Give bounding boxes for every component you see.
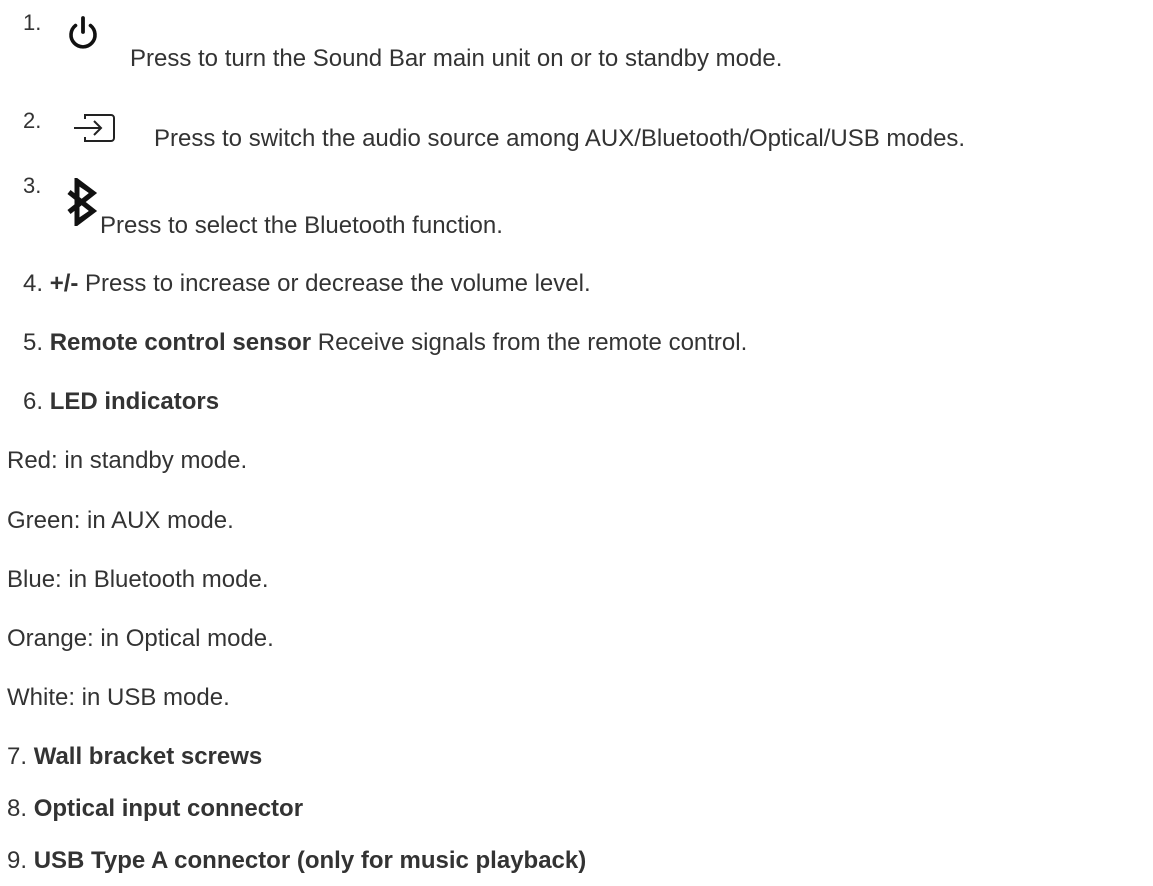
item-label: LED indicators [49,388,220,415]
led-state: Green: in AUX mode. [7,507,234,534]
source-input-icon [74,114,115,142]
list-item: 8. Optical input connector [7,795,303,824]
item-number: 8. [7,795,28,822]
item-label: USB Type A connector (only for music pla… [33,847,587,874]
list-item: 9. USB Type A connector (only for music … [7,847,586,876]
item-label: Remote control sensor [49,329,312,356]
item-number: 6. [23,388,44,415]
item-description: Press to switch the audio source among A… [154,125,966,152]
item-description: Receive signals from the remote control. [317,329,748,356]
item-label: Wall bracket screws [33,743,263,770]
led-state: White: in USB mode. [7,684,230,711]
item-label: +/- [49,270,79,297]
item-number: 3. [23,173,42,198]
item-description: Press to turn the Sound Bar main unit on… [130,45,783,72]
item-description: Press to select the Bluetooth function. [100,212,503,239]
item-number: 9. [7,847,28,874]
item-number: 7. [7,743,28,770]
item-number: 5. [23,329,44,356]
power-icon [69,16,97,49]
led-state: Blue: in Bluetooth mode. [7,566,269,593]
item-number: 1. [23,10,42,35]
list-item: 6. LED indicators [23,388,219,417]
bluetooth-icon [67,178,98,226]
item-number: 2. [23,108,42,133]
led-state: Red: in standby mode. [7,447,248,474]
led-state: Orange: in Optical mode. [7,625,274,652]
list-item: 7. Wall bracket screws [7,743,262,772]
item-number: 4. [23,270,44,297]
item-description: Press to increase or decrease the volume… [85,270,591,297]
list-item: 5. Remote control sensor Receive signals… [23,329,747,358]
item-label: Optical input connector [33,795,304,822]
list-item: 4. +/- Press to increase or decrease the… [23,270,591,299]
